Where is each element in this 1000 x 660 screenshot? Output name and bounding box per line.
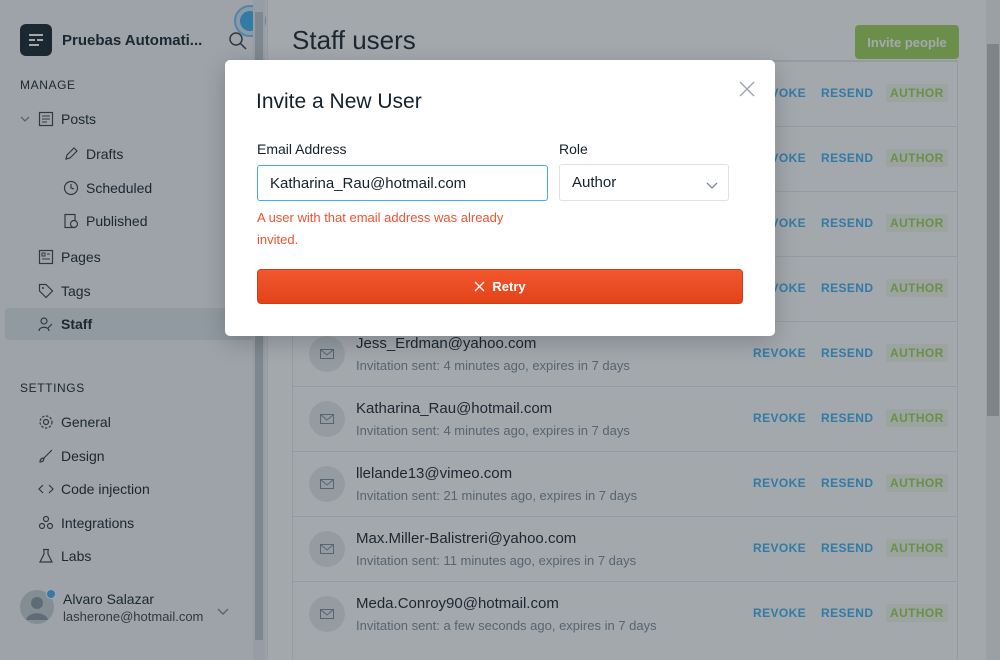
email-label: Email Address bbox=[257, 141, 347, 157]
chevron-down-icon bbox=[706, 178, 718, 195]
invite-user-modal: Invite a New User Email Address Role Aut… bbox=[225, 60, 775, 336]
retry-button[interactable]: Retry bbox=[257, 269, 743, 304]
role-select-value: Author bbox=[572, 174, 617, 191]
role-select[interactable]: Author bbox=[559, 164, 729, 201]
email-field[interactable] bbox=[257, 165, 548, 201]
role-label: Role bbox=[559, 141, 588, 157]
close-icon bbox=[474, 281, 485, 292]
retry-button-label: Retry bbox=[492, 279, 526, 294]
modal-title: Invite a New User bbox=[256, 90, 422, 113]
close-icon[interactable] bbox=[737, 79, 757, 99]
email-error-message: A user with that email address was alrea… bbox=[257, 210, 504, 247]
